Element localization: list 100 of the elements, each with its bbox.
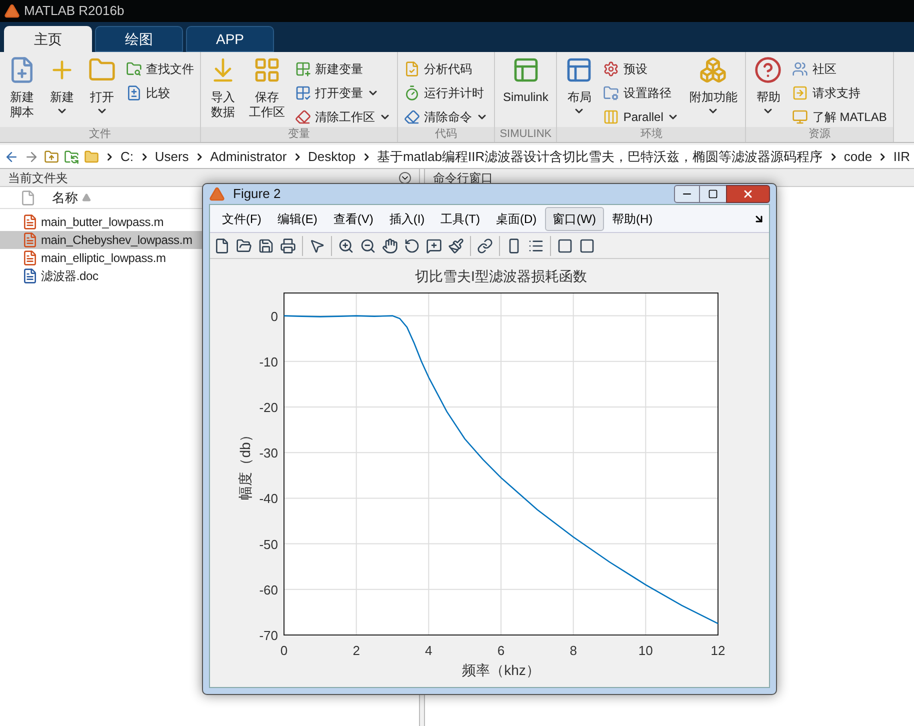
menu-item[interactable]: 帮助(H) [604,206,661,230]
matlab-file-icon [22,214,38,230]
pointer-icon[interactable] [309,238,325,254]
rotate-icon[interactable] [404,238,420,254]
path-segment[interactable]: Administrator [210,146,287,166]
ribbon-button[interactable]: 布局 [561,56,598,127]
file-name: main_elliptic_lowpass.m [41,250,166,267]
folder-up-icon[interactable] [44,148,60,164]
ribbon-button[interactable]: 清除命令 [402,106,490,127]
ribbon-button[interactable]: 帮助 [750,56,786,127]
y-axis-label: 幅度（db） [237,428,253,500]
figure-title: Figure 2 [233,185,281,204]
y-tick-label: -40 [259,491,278,506]
ribbon-button[interactable]: 打开变量 [293,82,393,103]
comment-icon[interactable] [426,238,442,254]
ribbon-icon [792,84,808,100]
ribbon-button[interactable]: 新建 脚本 [4,56,40,127]
y-tick-label: -30 [259,446,278,461]
hand-icon[interactable] [382,238,398,254]
ribbon-button[interactable]: 保存 工作区 [245,56,289,127]
ribbon-group-label: 变量 [201,127,397,142]
ribbon-button[interactable]: Parallel [601,106,682,127]
file-row[interactable]: main_elliptic_lowpass.m [0,249,202,267]
ribbon-button[interactable]: Simulink [499,56,552,127]
ribbon-icon [126,60,142,76]
ribbon-button[interactable]: 设置路径 [601,82,682,103]
frame-icon[interactable] [579,238,595,254]
file-row[interactable]: main_Chebyshev_lowpass.m [0,231,202,249]
matlab-file-icon [22,250,38,266]
path-segment[interactable]: IIR [893,146,910,166]
file-row[interactable]: 滤波器.doc [0,267,202,285]
ribbon-button[interactable]: 预设 [601,58,682,79]
minimize-button[interactable] [674,185,700,203]
browse-folder-icon[interactable] [64,148,80,164]
x-tick-label: 4 [425,643,432,658]
ribbon-icon [295,60,311,76]
menu-item[interactable]: 桌面(D) [488,206,545,230]
panel-title: 当前文件夹 [8,170,68,186]
path-segment[interactable]: 基于matlab编程IIR滤波器设计含切比雪夫，巴特沃兹，椭圆等滤波器源码程序 [376,146,823,166]
ribbon-group-label: 环境 [557,127,746,142]
link-icon[interactable] [477,238,493,254]
path-segment[interactable]: Desktop [308,146,356,166]
maximize-button[interactable] [700,185,726,203]
ribbon-button[interactable]: 运行并计时 [402,82,490,103]
folder-icon[interactable] [236,238,252,254]
maximize-icon [708,189,718,199]
ribbon-button[interactable]: 导入 数据 [205,56,241,127]
y-tick-label: -20 [259,400,278,415]
ribbon-icon [603,84,620,100]
menu-item[interactable]: 编辑(E) [269,206,326,230]
square-icon[interactable] [557,238,573,254]
sort-arrow-icon [82,193,91,202]
ribbon-tab[interactable]: 主页 [4,26,92,52]
x-tick-label: 6 [497,643,505,658]
x-tick-label: 10 [638,643,653,658]
ribbon-group-label: 文件 [0,127,200,142]
file-row[interactable]: main_butter_lowpass.m [0,213,202,231]
file-icon [20,190,36,206]
y-tick-label: -60 [259,582,278,598]
path-segment[interactable]: Users [154,146,189,166]
ribbon-button[interactable]: 新建变量 [293,58,393,79]
close-button[interactable] [726,185,770,203]
ribbon-button[interactable]: 请求支持 [790,82,889,103]
y-tick-label: -10 [259,354,278,370]
zoom-in-icon[interactable] [338,238,354,254]
ribbon-icon [404,108,420,124]
file-name: 滤波器.doc [41,268,98,285]
menu-item[interactable]: 文件(F) [214,206,270,230]
menu-item[interactable]: 查看(V) [325,206,382,230]
ribbon-button[interactable]: 新建 [44,56,80,127]
brush-icon[interactable] [448,238,464,254]
ribbon-icon [792,60,808,76]
menu-item[interactable]: 工具(T) [432,206,488,230]
legend-icon[interactable] [528,238,544,254]
ribbon-tab[interactable]: 绘图 [95,26,183,52]
ribbon-icon [295,108,311,124]
ribbon-icon [404,60,420,76]
ribbon-button[interactable]: 比较 [124,82,196,103]
save-icon[interactable] [258,238,274,254]
ribbon-tab[interactable]: APP [186,26,274,52]
y-tick-label: -50 [259,536,278,552]
path-segment[interactable]: code [844,146,872,166]
ribbon-button[interactable]: 分析代码 [402,58,490,79]
ribbon-button[interactable]: 清除工作区 [293,106,393,127]
close-icon [742,188,754,200]
ribbon-button[interactable]: 查找文件 [124,58,196,79]
ribbon-icon [699,56,728,84]
path-segment[interactable]: C: [120,146,134,166]
ribbon-button[interactable]: 社区 [790,58,889,79]
column-header[interactable]: 名称 [52,188,78,208]
ribbon-button[interactable]: 打开 [84,56,120,127]
new-file-icon[interactable] [214,238,230,254]
ribbon-group-label: 代码 [398,127,494,142]
menu-item[interactable]: 插入(I) [381,206,433,230]
file-name: main_butter_lowpass.m [41,214,164,231]
menu-item[interactable]: 窗口(W) [544,206,604,230]
zoom-out-icon[interactable] [360,238,376,254]
ribbon-button[interactable]: 附加功能 [685,56,742,127]
ribbon-button[interactable]: 了解 MATLAB [790,106,889,127]
printer-icon[interactable] [280,238,296,254]
